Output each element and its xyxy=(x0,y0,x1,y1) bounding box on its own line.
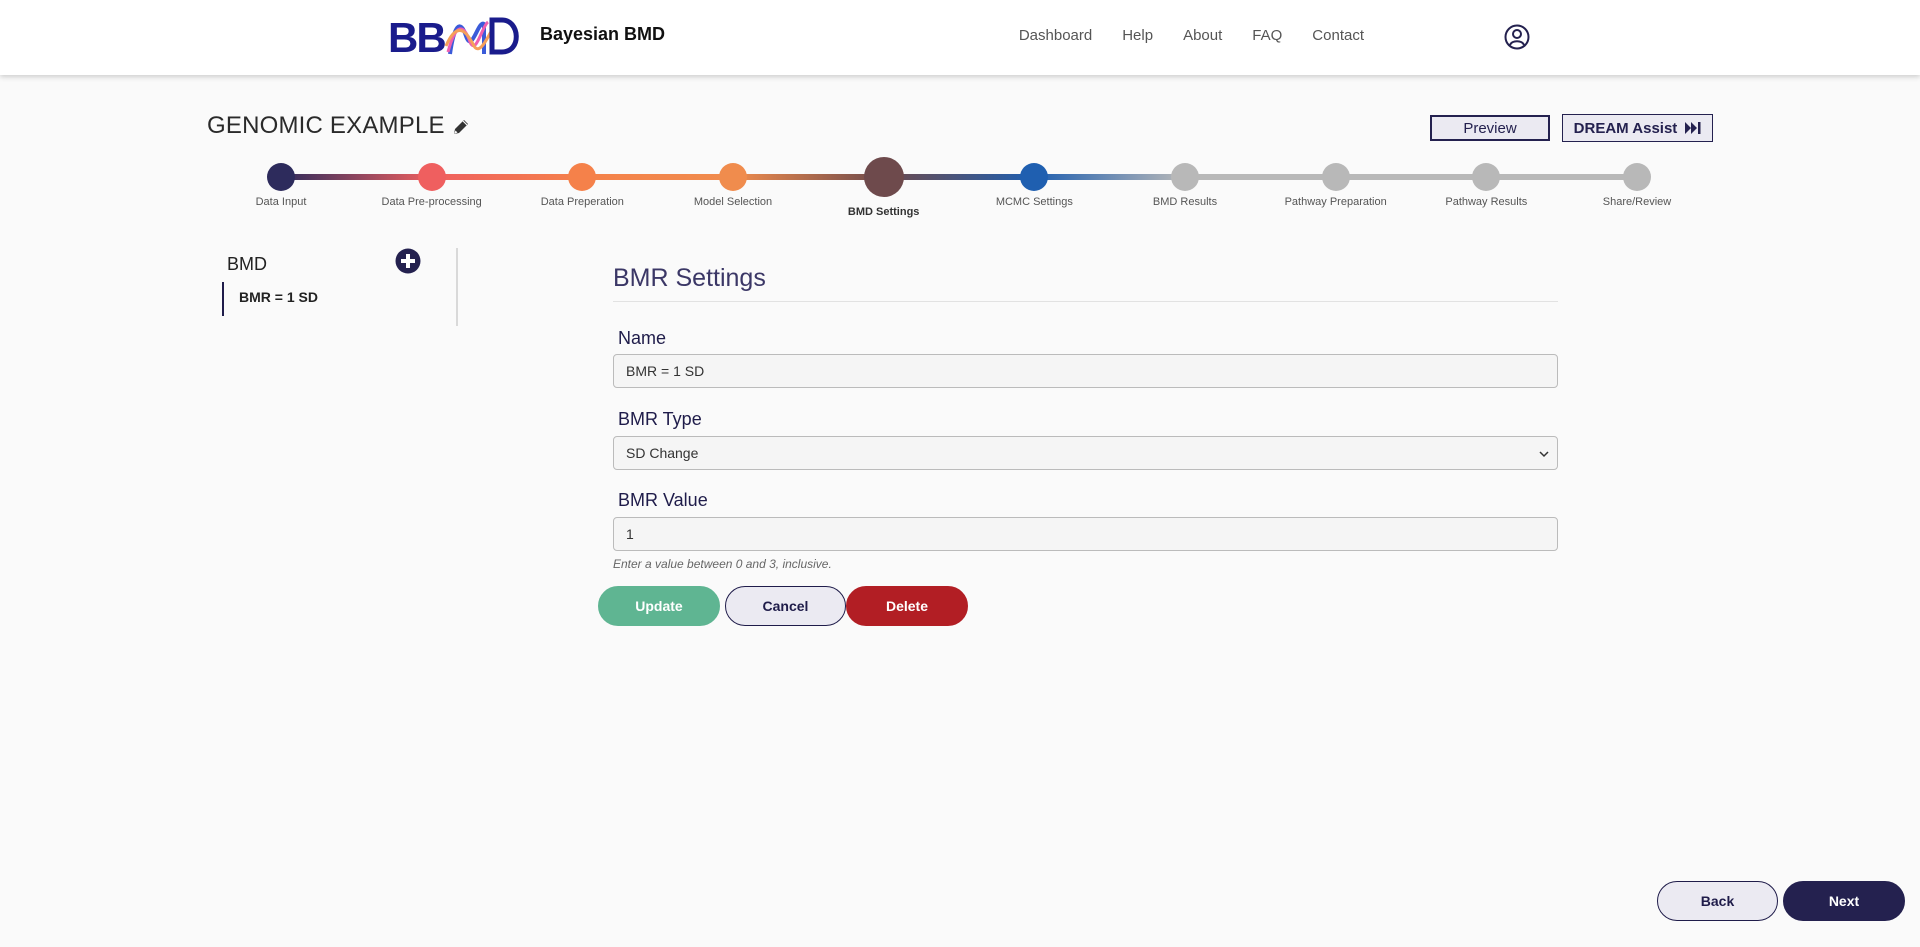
step-label: Data Input xyxy=(255,196,307,208)
dream-assist-label: DREAM Assist xyxy=(1573,119,1678,137)
bmr-value-help: Enter a value between 0 and 3, inclusive… xyxy=(613,557,832,571)
bmr-type-select[interactable]: SD Change xyxy=(613,436,1558,470)
form-divider xyxy=(613,301,1558,302)
preview-button[interactable]: Preview xyxy=(1430,115,1550,141)
bmr-type-value: SD Change xyxy=(626,445,699,461)
step-label: BMD Settings xyxy=(847,206,920,218)
step-label: Model Selection xyxy=(693,196,773,208)
bmr-type-label: BMR Type xyxy=(618,409,702,429)
project-title: GENOMIC EXAMPLE xyxy=(207,112,445,139)
step-data-pre-processing-dot[interactable] xyxy=(417,163,446,191)
main-nav: Dashboard Help About FAQ Contact xyxy=(1019,27,1364,44)
stepper-connector xyxy=(582,174,733,180)
step-mcmc-settings-dot[interactable] xyxy=(1020,163,1049,191)
stepper-connector xyxy=(431,174,583,180)
svg-text:BB: BB xyxy=(388,16,445,56)
chevron-down-icon xyxy=(1539,451,1549,458)
stepper-connector xyxy=(281,174,432,180)
step-pathway-results-dot[interactable] xyxy=(1472,163,1501,191)
progress-stepper: Data Input Data Pre-processing Data Preper… xyxy=(0,150,1920,220)
delete-button[interactable]: Delete xyxy=(846,586,968,626)
step-share-review-dot[interactable] xyxy=(1623,163,1651,191)
cancel-button[interactable]: Cancel xyxy=(725,586,846,626)
bmr-list-item[interactable]: BMR = 1 SD xyxy=(222,282,422,316)
step-label: Pathway Results xyxy=(1445,196,1528,208)
top-header: BB Bayesian BMD Dashboard Help About FAQ… xyxy=(0,0,1920,75)
step-model-selection-dot[interactable] xyxy=(719,163,747,191)
dream-assist-button[interactable]: DREAM Assist xyxy=(1562,114,1713,142)
step-label: Share/Review xyxy=(1602,196,1672,208)
form-title: BMR Settings xyxy=(613,264,766,292)
step-data-input-dot[interactable] xyxy=(267,163,295,191)
back-button[interactable]: Back xyxy=(1657,881,1778,921)
stepper-connector xyxy=(1486,174,1637,180)
next-button[interactable]: Next xyxy=(1783,881,1905,921)
stepper-connector xyxy=(1185,174,1336,180)
name-input[interactable]: BMR = 1 SD xyxy=(613,354,1558,388)
fast-forward-icon xyxy=(1685,122,1701,134)
step-label: Data Preperation xyxy=(540,196,624,208)
step-pathway-preparation-dot[interactable] xyxy=(1321,163,1350,191)
bmd-list-heading: BMD xyxy=(227,254,267,274)
nav-faq[interactable]: FAQ xyxy=(1252,27,1282,44)
bmd-list-panel: BMD BMR = 1 SD xyxy=(222,248,458,326)
name-label: Name xyxy=(618,328,667,348)
step-label: Pathway Preparation xyxy=(1284,196,1387,208)
step-label: BMD Results xyxy=(1152,196,1218,208)
step-label: MCMC Settings xyxy=(995,196,1073,208)
nav-contact[interactable]: Contact xyxy=(1312,27,1364,44)
step-bmd-settings-dot[interactable] xyxy=(863,157,904,197)
step-label: Data Pre-processing xyxy=(381,196,482,208)
bbmd-logo[interactable]: BB xyxy=(388,16,522,56)
step-bmd-results-dot[interactable] xyxy=(1171,163,1199,191)
brand-name: Bayesian BMD xyxy=(540,24,666,44)
pencil-icon[interactable] xyxy=(451,117,471,137)
update-button[interactable]: Update xyxy=(598,586,720,626)
nav-about[interactable]: About xyxy=(1183,27,1222,44)
nav-dashboard[interactable]: Dashboard xyxy=(1019,27,1092,44)
bmr-value-input[interactable]: 1 xyxy=(613,517,1558,551)
nav-help[interactable]: Help xyxy=(1122,27,1153,44)
stepper-connector xyxy=(883,174,1035,180)
stepper-connector xyxy=(733,174,884,180)
user-account-icon[interactable] xyxy=(1504,24,1530,50)
add-circle-icon[interactable] xyxy=(395,248,421,274)
bmr-value-label: BMR Value xyxy=(618,490,708,510)
stepper-connector xyxy=(1335,174,1487,180)
stepper-connector xyxy=(1034,174,1185,180)
step-data-preperation-dot[interactable] xyxy=(568,163,597,191)
